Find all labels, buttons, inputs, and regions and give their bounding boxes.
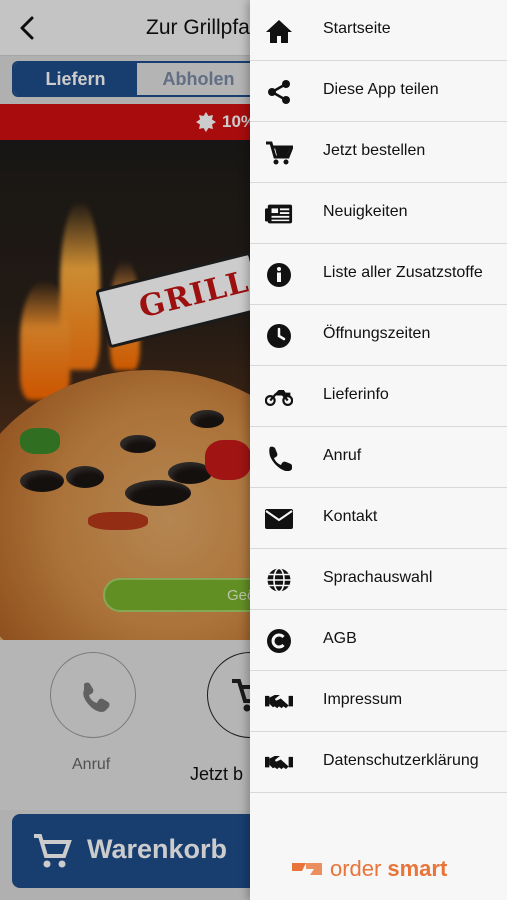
menu-item-label: Lieferinfo <box>323 386 389 403</box>
menu-item-label: Startseite <box>323 20 391 37</box>
side-menu: Startseite Diese App teilen Jetzt bestel… <box>250 0 507 900</box>
menu-item-label: Diese App teilen <box>323 81 439 98</box>
home-icon <box>265 17 293 45</box>
clock-icon <box>265 322 293 350</box>
menu-item-label: Neuigkeiten <box>323 203 408 220</box>
menu-item-label: Impressum <box>323 691 403 708</box>
menu-item-privacy[interactable]: Datenschutzerklärung <box>250 732 507 793</box>
motorcycle-icon <box>265 383 293 411</box>
envelope-icon <box>265 505 293 533</box>
menu-item-imprint[interactable]: Impressum <box>250 671 507 732</box>
menu-item-label: Kontakt <box>323 508 378 525</box>
menu-item-label: Liste aller Zusatzstoffe <box>323 264 483 281</box>
menu-item-call[interactable]: Anruf <box>250 427 507 488</box>
order-smart-logo-icon <box>292 863 322 875</box>
handshake-icon <box>265 749 293 777</box>
menu-item-label: Öffnungszeiten <box>323 325 431 342</box>
globe-icon <box>265 566 293 594</box>
menu-item-label: Anruf <box>323 447 362 464</box>
menu-item-label: Jetzt bestellen <box>323 142 426 159</box>
news-icon <box>265 200 293 228</box>
share-icon <box>265 78 293 106</box>
handshake-icon <box>265 688 293 716</box>
cart-icon <box>265 139 293 167</box>
menu-item-contact[interactable]: Kontakt <box>250 488 507 549</box>
menu-item-startseite[interactable]: Startseite <box>250 0 507 61</box>
menu-item-opening-hours[interactable]: Öffnungszeiten <box>250 305 507 366</box>
menu-item-label: AGB <box>323 630 357 647</box>
copyright-icon <box>265 627 293 655</box>
brand-part-1: order <box>330 856 382 881</box>
brand-part-2: smart <box>387 856 448 881</box>
menu-item-share[interactable]: Diese App teilen <box>250 61 507 122</box>
menu-item-delivery-info[interactable]: Lieferinfo <box>250 366 507 427</box>
phone-icon <box>265 444 293 472</box>
menu-item-terms[interactable]: AGB <box>250 610 507 671</box>
menu-item-news[interactable]: Neuigkeiten <box>250 183 507 244</box>
brand-logo: order smart <box>290 856 447 882</box>
menu-item-order[interactable]: Jetzt bestellen <box>250 122 507 183</box>
info-icon <box>265 261 293 289</box>
menu-item-label: Datenschutzerklärung <box>323 752 479 769</box>
menu-item-language[interactable]: Sprachauswahl <box>250 549 507 610</box>
menu-item-label: Sprachauswahl <box>323 569 433 586</box>
menu-item-additives[interactable]: Liste aller Zusatzstoffe <box>250 244 507 305</box>
